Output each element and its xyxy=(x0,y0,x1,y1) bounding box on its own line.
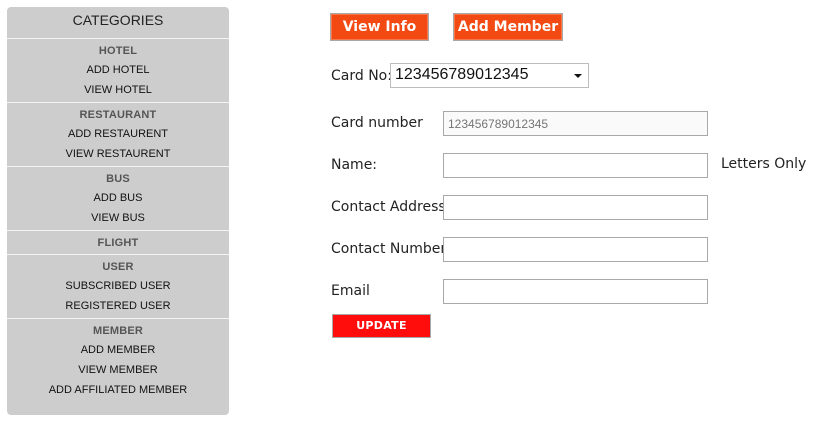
category-title: MEMBER xyxy=(92,325,144,337)
category-title[interactable]: FLIGHT xyxy=(7,235,229,252)
email-row: Email xyxy=(330,279,829,304)
add-member-button[interactable]: Add Member xyxy=(453,13,563,41)
category-restaurant: RESTAURANT ADD RESTAURENT VIEW RESTAUREN… xyxy=(7,103,229,167)
category-member: MEMBER ADD MEMBER VIEW MEMBER ADD AFFILI… xyxy=(7,319,229,402)
update-button[interactable]: UPDATE xyxy=(332,314,431,338)
category-user: USER SUBSCRIBED USER REGISTERED USER xyxy=(7,255,229,319)
card-number-label: Card number xyxy=(331,115,423,131)
name-field[interactable] xyxy=(443,153,708,178)
sidebar-item-view-member[interactable]: VIEW MEMBER xyxy=(7,360,229,380)
category-title: BUS xyxy=(106,173,130,185)
sidebar-item-add-bus[interactable]: ADD BUS xyxy=(7,188,229,208)
card-no-select[interactable]: 123456789012345 xyxy=(390,63,589,88)
sidebar-item-subscribed-user[interactable]: SUBSCRIBED USER xyxy=(7,276,229,296)
category-title: USER xyxy=(102,261,134,273)
email-field[interactable] xyxy=(443,279,708,304)
caret-down-icon xyxy=(574,74,582,78)
card-number-field[interactable] xyxy=(443,111,708,136)
contact-address-field[interactable] xyxy=(443,195,708,220)
sidebar-item-add-affiliated-member[interactable]: ADD AFFILIATED MEMBER xyxy=(7,380,229,400)
category-title: RESTAURANT xyxy=(79,109,157,121)
name-label: Name: xyxy=(331,157,378,173)
card-no-row: Card No: 123456789012345 xyxy=(330,63,829,89)
sidebar-item-view-restaurant[interactable]: VIEW RESTAURENT xyxy=(7,144,229,164)
card-number-row: Card number xyxy=(330,111,829,136)
email-label: Email xyxy=(331,283,370,299)
card-no-selected-value: 123456789012345 xyxy=(395,66,529,83)
name-hint: Letters Only xyxy=(721,156,807,172)
category-title: HOTEL xyxy=(98,45,138,57)
category-hotel: HOTEL ADD HOTEL VIEW HOTEL xyxy=(7,39,229,103)
contact-address-label: Contact Address xyxy=(331,199,446,215)
main-content: View Info Add Member Card No: 1234567890… xyxy=(330,0,829,425)
contact-number-field[interactable] xyxy=(443,237,708,262)
contact-address-row: Contact Address xyxy=(330,195,829,220)
category-flight: FLIGHT xyxy=(7,231,229,255)
view-info-button[interactable]: View Info xyxy=(330,13,429,41)
sidebar-item-registered-user[interactable]: REGISTERED USER xyxy=(7,296,229,316)
sidebar-item-view-bus[interactable]: VIEW BUS xyxy=(7,208,229,228)
contact-number-row: Contact Number xyxy=(330,237,829,262)
sidebar-item-add-hotel[interactable]: ADD HOTEL xyxy=(7,60,229,80)
sidebar-title: CATEGORIES xyxy=(7,7,229,39)
category-bus: BUS ADD BUS VIEW BUS xyxy=(7,167,229,231)
categories-sidebar: CATEGORIES HOTEL ADD HOTEL VIEW HOTEL RE… xyxy=(7,7,229,415)
card-no-label: Card No: xyxy=(331,68,392,84)
contact-number-label: Contact Number xyxy=(331,241,447,257)
sidebar-item-view-hotel[interactable]: VIEW HOTEL xyxy=(7,80,229,100)
name-row: Name: Letters Only xyxy=(330,153,829,178)
sidebar-item-add-member[interactable]: ADD MEMBER xyxy=(7,340,229,360)
sidebar-item-add-restaurant[interactable]: ADD RESTAURENT xyxy=(7,124,229,144)
